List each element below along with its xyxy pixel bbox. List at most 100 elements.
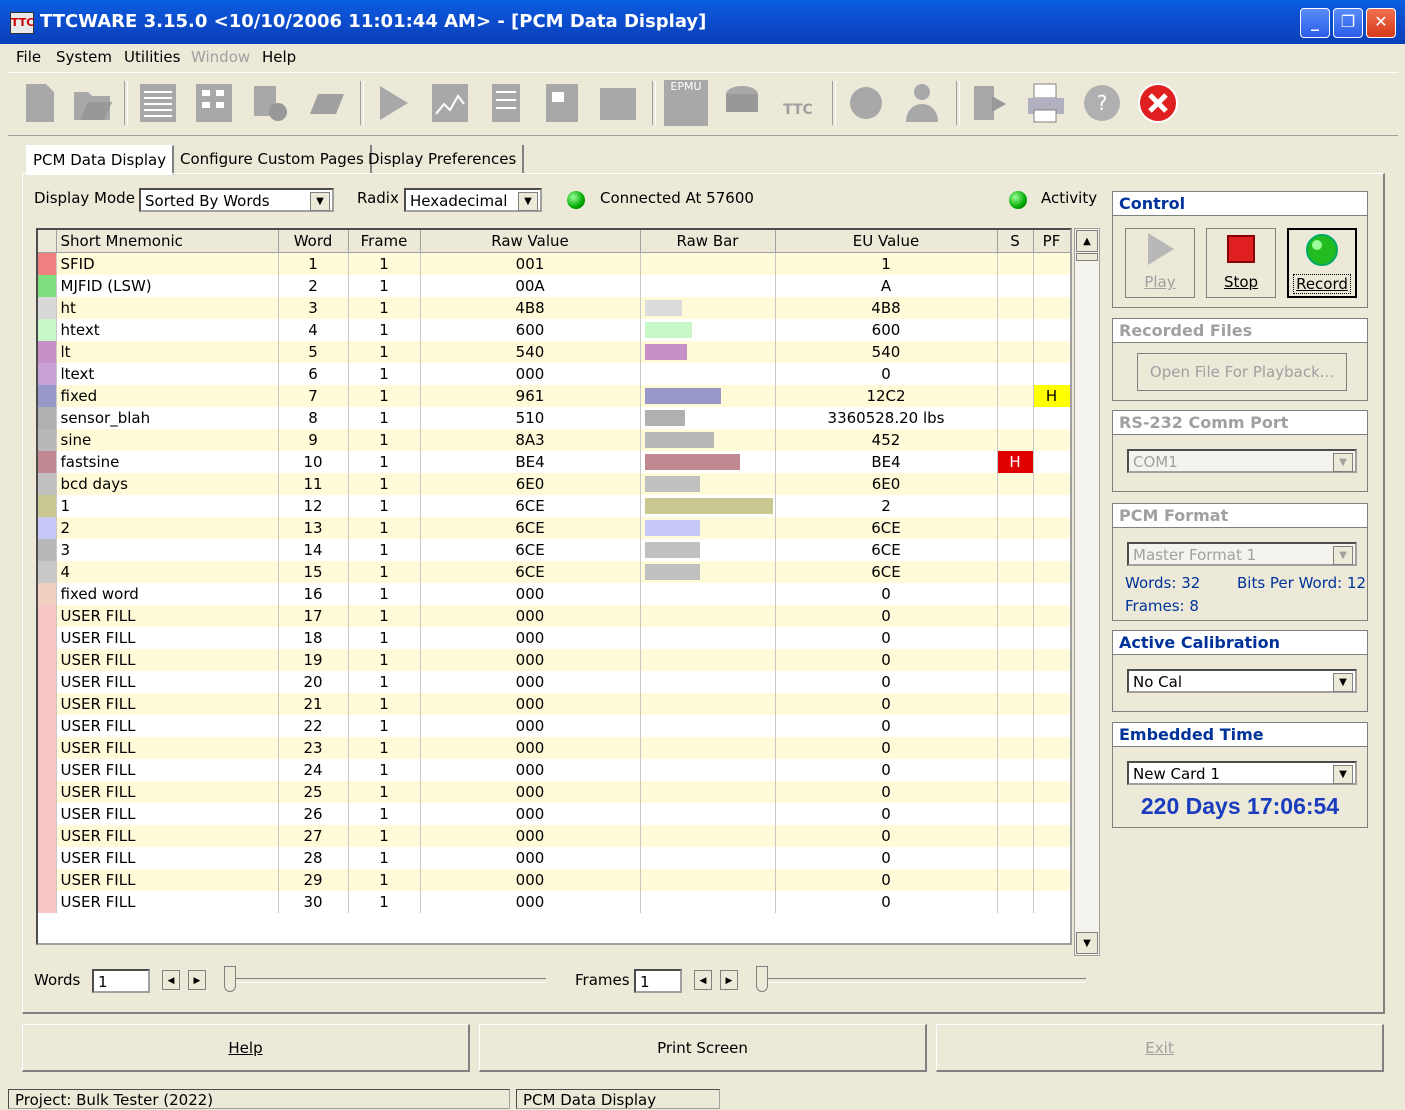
table-row[interactable]: lt 5 1 540 540: [38, 341, 1070, 363]
table-row[interactable]: sensor_blah 8 1 510 3360528.20 lbs: [38, 407, 1070, 429]
grid-view-icon[interactable]: [192, 80, 236, 126]
frames-input[interactable]: 1: [634, 969, 682, 993]
table-row[interactable]: ht 3 1 4B8 4B8: [38, 297, 1070, 319]
words-prev-icon[interactable]: ◀: [162, 970, 180, 990]
table-row[interactable]: USER FILL 30 1 000 0: [38, 891, 1070, 913]
table-row[interactable]: fixed word 16 1 000 0: [38, 583, 1070, 605]
frames-next-icon[interactable]: ▶: [720, 970, 738, 990]
frames-prev-icon[interactable]: ◀: [694, 970, 712, 990]
tab-configure-custom-pages[interactable]: Configure Custom Pages: [174, 145, 372, 173]
radix-value: Hexadecimal: [410, 192, 508, 210]
words-slider[interactable]: [222, 964, 548, 1006]
table-row[interactable]: 3 14 1 6CE 6CE: [38, 539, 1070, 561]
pcm-data-grid[interactable]: Short Mnemonic Word Frame Raw Value Raw …: [36, 228, 1072, 945]
calibration-select[interactable]: No Cal ▼: [1127, 669, 1357, 693]
help-icon[interactable]: ?: [1080, 80, 1124, 126]
tape-icon[interactable]: [304, 80, 348, 126]
menu-utilities[interactable]: Utilities: [124, 48, 180, 66]
table-row[interactable]: USER FILL 27 1 000 0: [38, 825, 1070, 847]
play-icon[interactable]: [372, 80, 416, 126]
cell-s: [997, 429, 1034, 451]
help-button[interactable]: Help: [22, 1024, 470, 1072]
table-row[interactable]: USER FILL 29 1 000 0: [38, 869, 1070, 891]
embedded-time-select[interactable]: New Card 1 ▼: [1127, 761, 1357, 785]
table-row[interactable]: USER FILL 24 1 000 0: [38, 759, 1070, 781]
frames-slider-thumb[interactable]: [756, 966, 768, 992]
display-mode-select[interactable]: Sorted By Words ▼: [139, 188, 334, 212]
table-row[interactable]: USER FILL 19 1 000 0: [38, 649, 1070, 671]
scroll-up-icon[interactable]: ▲: [1076, 230, 1098, 252]
table-row[interactable]: USER FILL 22 1 000 0: [38, 715, 1070, 737]
chevron-down-icon[interactable]: ▼: [1333, 673, 1353, 692]
chevron-down-icon[interactable]: ▼: [1333, 765, 1353, 784]
column-header-word[interactable]: Word: [278, 230, 349, 253]
disk-icon[interactable]: [720, 80, 764, 126]
scroll-down-icon[interactable]: ▼: [1076, 932, 1098, 954]
minimize-icon[interactable]: _: [1300, 8, 1330, 38]
table-row[interactable]: 4 15 1 6CE 6CE: [38, 561, 1070, 583]
column-header-short-mnemonic[interactable]: Short Mnemonic: [56, 230, 279, 253]
menu-system[interactable]: System: [56, 48, 112, 66]
export-icon[interactable]: [968, 80, 1012, 126]
cell-pf: [1033, 759, 1070, 781]
tab-pcm-data-display[interactable]: PCM Data Display: [26, 145, 175, 175]
table-row[interactable]: htext 4 1 600 600: [38, 319, 1070, 341]
module-icon[interactable]: [596, 80, 640, 126]
close-icon[interactable]: [1136, 80, 1180, 126]
table-row[interactable]: USER FILL 17 1 000 0: [38, 605, 1070, 627]
chevron-down-icon[interactable]: ▼: [310, 192, 330, 211]
table-row[interactable]: fixed 7 1 961 12C2 H: [38, 385, 1070, 407]
chevron-down-icon[interactable]: ▼: [518, 192, 538, 211]
new-file-icon[interactable]: [18, 80, 62, 126]
list-view-icon[interactable]: [136, 80, 180, 126]
menu-file[interactable]: File: [16, 48, 41, 66]
table-row[interactable]: USER FILL 25 1 000 0: [38, 781, 1070, 803]
words-slider-thumb[interactable]: [224, 966, 236, 992]
words-input[interactable]: 1: [92, 969, 150, 993]
column-header-eu-value[interactable]: EU Value: [775, 230, 998, 253]
user-icon[interactable]: [900, 80, 944, 126]
table-row[interactable]: MJFID (LSW) 2 1 00A A: [38, 275, 1070, 297]
record-button[interactable]: Record: [1287, 228, 1357, 298]
ttc-icon[interactable]: TTC: [776, 80, 820, 126]
table-row[interactable]: USER FILL 26 1 000 0: [38, 803, 1070, 825]
column-header-raw-bar[interactable]: Raw Bar: [640, 230, 776, 253]
grid-vertical-scrollbar[interactable]: ▲ ▼: [1074, 228, 1100, 956]
words-next-icon[interactable]: ▶: [188, 970, 206, 990]
menu-help[interactable]: Help: [262, 48, 296, 66]
restore-icon[interactable]: ❐: [1333, 8, 1363, 38]
column-header-raw-value[interactable]: Raw Value: [420, 230, 641, 253]
title-bar[interactable]: TTC TTCWARE 3.15.0 <10/10/2006 11:01:44 …: [0, 0, 1405, 44]
close-window-icon[interactable]: ✕: [1366, 8, 1396, 38]
epmu-icon[interactable]: EPMU: [664, 80, 708, 126]
column-header-pf[interactable]: PF: [1033, 230, 1070, 253]
network-icon[interactable]: [844, 80, 888, 126]
table-row[interactable]: sine 9 1 8A3 452: [38, 429, 1070, 451]
table-row[interactable]: USER FILL 23 1 000 0: [38, 737, 1070, 759]
document-icon[interactable]: [484, 80, 528, 126]
open-folder-icon[interactable]: [70, 80, 114, 126]
stop-button[interactable]: Stop: [1206, 228, 1276, 298]
table-row[interactable]: fastsine 10 1 BE4 BE4 H: [38, 451, 1070, 473]
tab-display-preferences[interactable]: Display Preferences: [362, 145, 525, 173]
table-row[interactable]: USER FILL 21 1 000 0: [38, 693, 1070, 715]
frames-slider[interactable]: [754, 964, 1088, 1006]
table-row[interactable]: USER FILL 18 1 000 0: [38, 627, 1070, 649]
table-row[interactable]: USER FILL 20 1 000 0: [38, 671, 1070, 693]
settings-gear-icon[interactable]: [248, 80, 292, 126]
cell-frame: 1: [348, 627, 421, 649]
column-header-frame[interactable]: Frame: [348, 230, 421, 253]
table-row[interactable]: 2 13 1 6CE 6CE: [38, 517, 1070, 539]
chart-icon[interactable]: [428, 80, 472, 126]
column-header-s[interactable]: S: [997, 230, 1034, 253]
card-icon[interactable]: [540, 80, 584, 126]
scroll-thumb[interactable]: [1076, 253, 1098, 261]
radix-select[interactable]: Hexadecimal ▼: [404, 188, 542, 212]
table-row[interactable]: bcd days 11 1 6E0 6E0: [38, 473, 1070, 495]
table-row[interactable]: 1 12 1 6CE 2: [38, 495, 1070, 517]
print-icon[interactable]: [1024, 80, 1068, 126]
table-row[interactable]: USER FILL 28 1 000 0: [38, 847, 1070, 869]
table-row[interactable]: ltext 6 1 000 0: [38, 363, 1070, 385]
print-screen-button[interactable]: Print Screen: [479, 1024, 927, 1072]
table-row[interactable]: SFID 1 1 001 1: [38, 252, 1070, 275]
